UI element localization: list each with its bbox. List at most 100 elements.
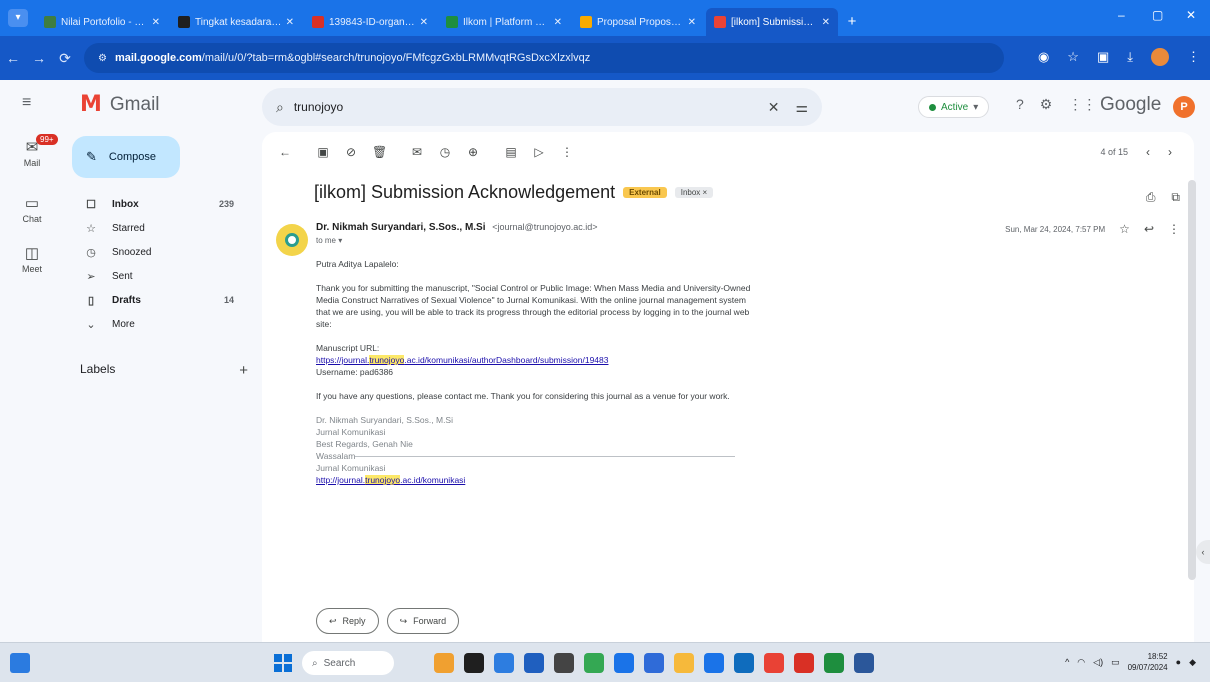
address-bar[interactable]: ⚙ mail.google.com /mail/u/0/?tab=rm&ogbl… [84,43,1004,73]
mark-unread-icon[interactable]: ✉ [410,145,424,159]
tab-close-icon[interactable]: ✕ [822,17,830,28]
tray-chevron-icon[interactable]: ^ [1065,657,1069,667]
nav-item-snoozed[interactable]: ◷ Snoozed [72,240,252,264]
more-actions-icon[interactable]: ⋮ [560,145,574,159]
help-icon[interactable]: ? [1016,96,1024,113]
tab-close-icon[interactable]: ✕ [286,17,294,28]
taskbar-app-icon[interactable] [434,653,454,673]
nav-item-more[interactable]: ⌄ More [72,312,252,336]
taskbar-app-icon[interactable] [554,653,574,673]
taskbar-app-icon[interactable] [524,653,544,673]
browser-tab[interactable]: Tingkat kesadaran Maha ✕ [170,8,302,36]
apps-grid-icon[interactable]: ⋮⋮ [1068,96,1096,113]
tab-close-icon[interactable]: ✕ [420,17,428,28]
browser-tab[interactable]: Ilkom | Platform Pertolo ✕ [438,8,570,36]
browser-tab[interactable]: 139843-ID-organisasi-pro ✕ [304,8,436,36]
scrollbar[interactable] [1188,180,1196,580]
taskbar-app-icon[interactable] [644,653,664,673]
close-window-icon[interactable]: ✕ [1186,8,1196,22]
taskbar-search[interactable]: ⌕ Search [302,651,394,675]
rail-meet[interactable]: ◫ Meet [0,244,64,274]
clock[interactable]: 18:52 09/07/2024 [1128,651,1168,673]
taskbar-app-icon[interactable] [464,653,484,673]
gmail-logo[interactable]: M Gmail [80,92,160,117]
forward-icon[interactable]: → [26,50,52,66]
sender-avatar[interactable] [276,224,308,256]
taskbar-app-icon[interactable] [734,653,754,673]
main-menu-icon[interactable]: ≡ [22,94,31,112]
nav-item-drafts[interactable]: ▯ Drafts 14 [72,288,252,312]
battery-icon[interactable]: ▭ [1111,657,1120,668]
notification-icon[interactable]: ● [1176,657,1181,667]
tab-search-icon[interactable]: ▾ [8,9,28,27]
rail-chat[interactable]: ▭ Chat [0,194,64,224]
back-to-list-icon[interactable]: ← [278,145,292,159]
extension-icon[interactable]: ◉ [1038,49,1049,65]
tab-close-icon[interactable]: ✕ [554,17,562,28]
maximize-icon[interactable]: ▢ [1152,8,1163,22]
clear-search-icon[interactable]: ✕ [768,99,780,116]
rail-mail[interactable]: ✉ 99+ Mail [0,134,64,168]
taskbar-app-icon[interactable] [824,653,844,673]
widgets-icon[interactable] [10,653,30,673]
add-label-icon[interactable]: + [239,362,248,379]
copilot-icon[interactable]: ◆ [1189,657,1196,668]
taskbar-app-icon[interactable] [614,653,634,673]
search-bar[interactable]: ⌕ trunojoyo ✕ ⚌ [262,88,822,126]
search-icon[interactable]: ⌕ [276,99,284,116]
nav-item-sent[interactable]: ➢ Sent [72,264,252,288]
taskbar-app-icon[interactable] [764,653,784,673]
inbox-label-chip[interactable]: Inbox × [674,187,714,198]
tab-close-icon[interactable]: ✕ [152,17,160,28]
older-icon[interactable]: › [1168,145,1172,159]
settings-gear-icon[interactable]: ⚙ [1040,96,1053,113]
new-tab-button[interactable]: + [840,8,864,36]
account-avatar[interactable]: P [1173,96,1195,118]
back-icon[interactable]: ← [0,50,26,66]
label-icon[interactable]: ▷ [532,145,546,159]
snooze-icon[interactable]: ◷ [438,145,452,159]
bookmark-star-icon[interactable]: ☆ [1067,49,1079,65]
reply-icon[interactable]: ↩ [1144,222,1154,236]
taskbar-app-icon[interactable] [674,653,694,673]
browser-menu-icon[interactable]: ⋮ [1187,49,1200,65]
wifi-icon[interactable]: ◠ [1077,657,1085,668]
browser-tab[interactable]: Proposal Proposal - Goo ✕ [572,8,704,36]
archive-icon[interactable]: ▣ [316,145,330,159]
side-panel-icon[interactable]: ▣ [1097,49,1109,65]
move-to-icon[interactable]: ▤ [504,145,518,159]
start-button[interactable] [274,654,292,672]
taskbar-app-icon[interactable] [704,653,724,673]
manuscript-link[interactable]: https://journal.trunojoyo.ac.id/komunika… [316,355,608,365]
open-new-window-icon[interactable]: ⧉ [1171,190,1180,205]
google-wordmark[interactable]: Google [1100,94,1161,116]
site-info-icon[interactable]: ⚙ [98,53,107,64]
report-spam-icon[interactable]: ⊘ [344,145,358,159]
browser-tab[interactable]: [ilkom] Submission Ackn ✕ [706,8,838,36]
taskbar-app-icon[interactable] [494,653,514,673]
more-icon[interactable]: ⋮ [1168,222,1180,236]
browser-tab[interactable]: Nilai Portofolio - Nilai P ✕ [36,8,168,36]
nav-item-inbox[interactable]: ☐ Inbox 239 [72,192,252,216]
tab-close-icon[interactable]: ✕ [688,17,696,28]
compose-button[interactable]: ✎ Compose [72,136,180,178]
reply-button[interactable]: ↩ Reply [316,608,379,634]
download-icon[interactable]: ⤓ [1127,49,1133,65]
star-icon[interactable]: ☆ [1119,222,1130,236]
status-selector[interactable]: Active ▾ [918,96,990,118]
taskbar-app-icon[interactable] [794,653,814,673]
forward-button[interactable]: ↪ Forward [386,608,460,634]
newer-icon[interactable]: ‹ [1146,145,1150,159]
add-task-icon[interactable]: ⊕ [466,145,480,159]
reload-icon[interactable]: ⟳ [52,50,78,67]
recipient-toggle[interactable]: to me ▾ [316,236,342,245]
minimize-icon[interactable]: – [1118,8,1125,22]
search-input[interactable]: trunojoyo [294,100,752,114]
delete-icon[interactable]: 🗑 [372,145,387,159]
sender-name[interactable]: Dr. Nikmah Suryandari, S.Sos., M.Si [316,222,486,233]
volume-icon[interactable]: ◁) [1093,657,1103,668]
taskbar-app-icon[interactable] [854,653,874,673]
nav-item-starred[interactable]: ☆ Starred [72,216,252,240]
search-options-icon[interactable]: ⚌ [795,99,808,116]
taskbar-app-icon[interactable] [584,653,604,673]
